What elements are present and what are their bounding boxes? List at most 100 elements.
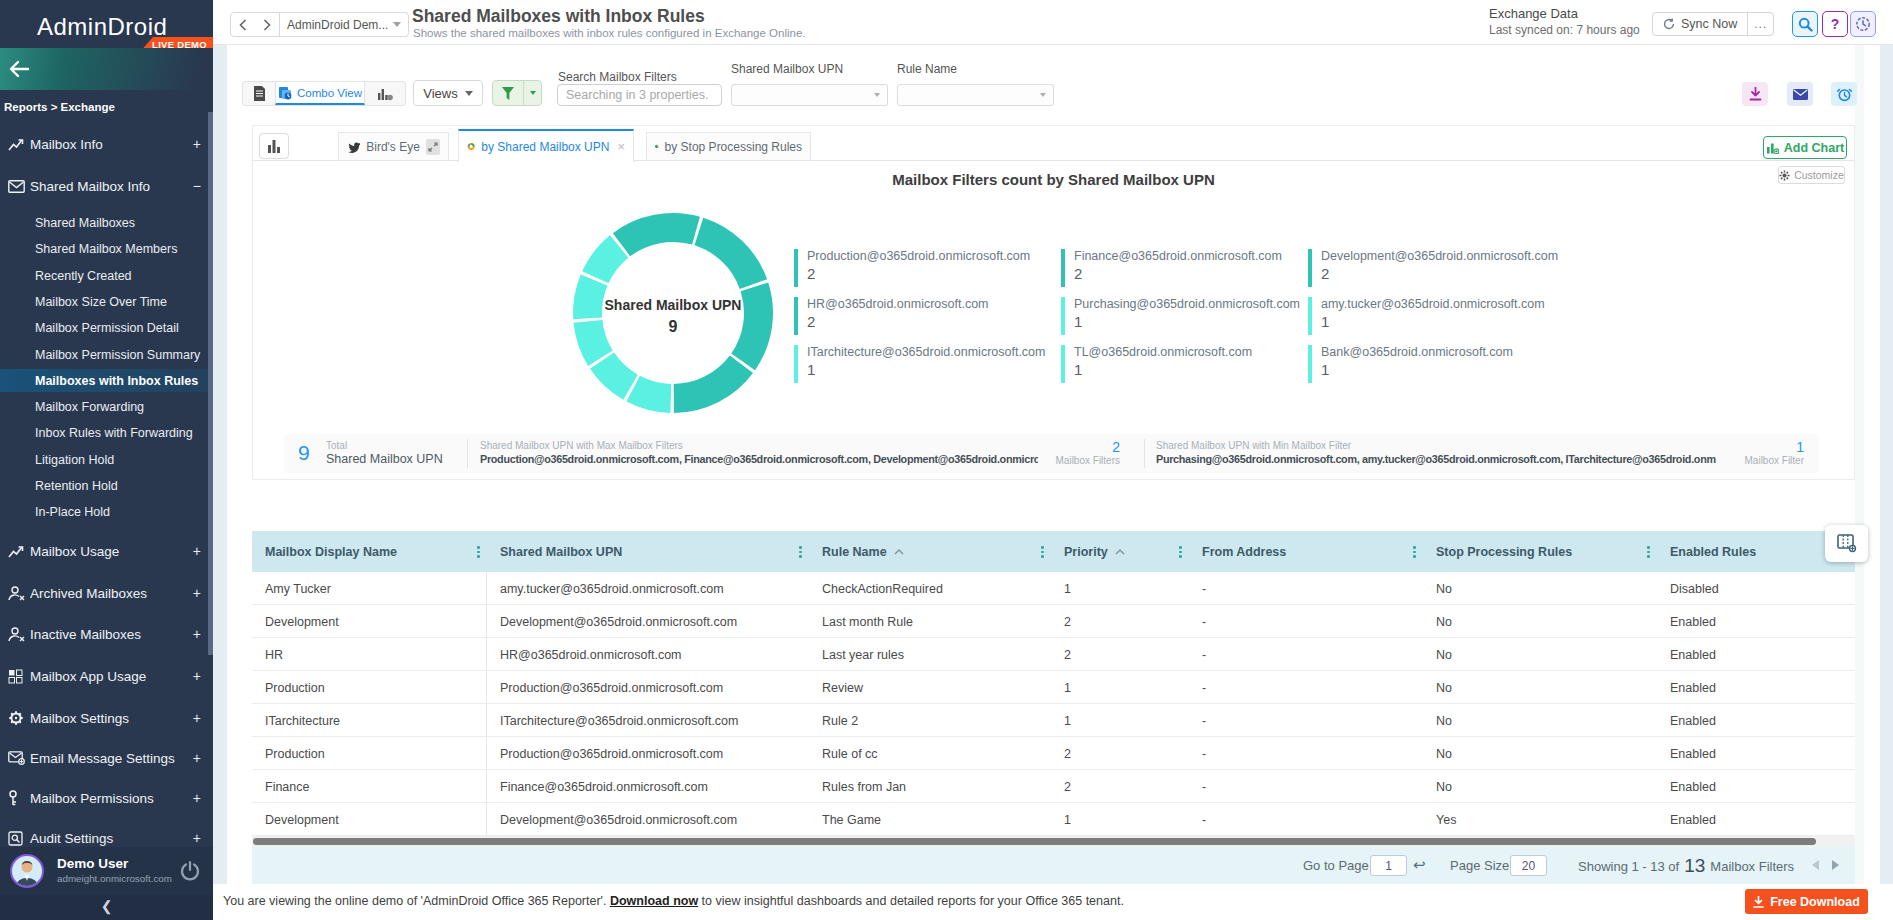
filter-options-button[interactable] — [523, 81, 541, 105]
schedule-button[interactable] — [1831, 82, 1857, 106]
download-now-link[interactable]: Download now — [610, 894, 698, 908]
enter-icon: ↩ — [1413, 856, 1426, 874]
sidebar-item-email-message-settings[interactable]: Email Message Settings+ — [0, 747, 213, 769]
sidebar-item-retention-hold[interactable]: Retention Hold — [0, 474, 213, 497]
power-icon[interactable] — [179, 860, 201, 882]
tab-by-stop-processing-rules[interactable]: by Stop Processing Rules — [646, 132, 811, 161]
legend-item[interactable]: HR@o365droid.onmicrosoft.com2 — [794, 297, 989, 335]
sync-more-button[interactable]: ... — [1747, 13, 1773, 35]
prev-page-button[interactable] — [1812, 860, 1819, 870]
table-row[interactable]: Amy Tuckeramy.tucker@o365droid.onmicroso… — [252, 572, 1855, 605]
table-row[interactable]: ITarchitectureITarchitecture@o365droid.o… — [252, 704, 1855, 737]
column-header-stop-processing-rules[interactable]: Stop Processing Rules — [1423, 531, 1657, 572]
column-header-mailbox-display-name[interactable]: Mailbox Display Name — [252, 531, 487, 572]
column-menu-icon[interactable] — [799, 546, 802, 558]
sidebar-item-inbox-rules-with-forwarding[interactable]: Inbox Rules with Forwarding — [0, 421, 213, 444]
column-settings-button[interactable] — [1825, 525, 1868, 562]
sidebar-item-mailbox-usage[interactable]: Mailbox Usage+ — [0, 540, 213, 562]
cell: Production — [252, 737, 487, 770]
column-menu-icon[interactable] — [1179, 546, 1182, 558]
next-page-button[interactable] — [1832, 860, 1839, 870]
sidebar-item-mailbox-size-over-time[interactable]: Mailbox Size Over Time — [0, 290, 213, 313]
table-row[interactable]: ProductionProduction@o365droid.onmicroso… — [252, 671, 1855, 704]
legend-item[interactable]: ITarchitecture@o365droid.onmicrosoft.com… — [794, 345, 1046, 383]
email-button[interactable] — [1787, 82, 1813, 106]
global-search-button[interactable] — [1792, 11, 1818, 37]
column-menu-icon[interactable] — [1041, 546, 1044, 558]
summary-min-value: Purchasing@o365droid.onmicrosoft.com, am… — [1156, 453, 1716, 465]
sidebar-item-inactive-mailboxes[interactable]: Inactive Mailboxes+ — [0, 623, 213, 645]
refresh-icon — [1663, 18, 1675, 30]
sidebar-item-mailbox-permissions[interactable]: Mailbox Permissions+ — [0, 787, 213, 809]
nav-forward-button[interactable] — [255, 13, 279, 36]
table-row[interactable]: DevelopmentDevelopment@o365droid.onmicro… — [252, 803, 1855, 836]
sidebar-item-mailbox-permission-detail[interactable]: Mailbox Permission Detail — [0, 316, 213, 339]
add-chart-button[interactable]: Add Chart — [1763, 136, 1847, 159]
sidebar-item-mailbox-info[interactable]: Mailbox Info+ — [0, 133, 213, 155]
page-scrollbar-track[interactable] — [1864, 45, 1880, 920]
filter-button[interactable] — [493, 81, 523, 105]
workspace-dropdown[interactable]: AdminDroid Dem... — [279, 13, 408, 36]
column-header-from-address[interactable]: From Address — [1189, 531, 1423, 572]
chart-view-tab[interactable] — [365, 82, 405, 105]
sidebar-item-mailbox-permission-summary[interactable]: Mailbox Permission Summary — [0, 343, 213, 366]
task-status-button[interactable] — [1850, 11, 1876, 37]
table-row[interactable]: FinanceFinance@o365droid.onmicrosoft.com… — [252, 770, 1855, 803]
legend-item[interactable]: Bank@o365droid.onmicrosoft.com1 — [1308, 345, 1513, 383]
sidebar-item-recently-created[interactable]: Recently Created — [0, 264, 213, 287]
search-input[interactable] — [557, 84, 722, 106]
cell: No — [1423, 704, 1657, 737]
legend-item[interactable]: Purchasing@o365droid.onmicrosoft.com1 — [1061, 297, 1300, 335]
collapse-icon: − — [193, 178, 201, 194]
sidebar-item-mailbox-settings[interactable]: Mailbox Settings+ — [0, 707, 213, 729]
rule-name-filter-dropdown[interactable] — [897, 84, 1054, 106]
sidebar-item-shared-mailboxes[interactable]: Shared Mailboxes — [0, 211, 213, 234]
expand-icon: + — [193, 668, 201, 684]
sidebar-item-in-place-hold[interactable]: In-Place Hold — [0, 500, 213, 523]
goto-page-input[interactable] — [1370, 855, 1407, 876]
tab-birds-eye[interactable]: Bird's Eye — [338, 132, 449, 161]
upn-filter-dropdown[interactable] — [731, 84, 888, 106]
table-row[interactable]: DevelopmentDevelopment@o365droid.onmicro… — [252, 605, 1855, 638]
combo-view-tab[interactable]: Combo View — [275, 82, 365, 105]
column-header-rule-name[interactable]: Rule Name — [809, 531, 1051, 572]
chart-list-button[interactable] — [259, 133, 289, 159]
horizontal-scrollbar-thumb[interactable] — [253, 838, 1816, 845]
grid-view-tab[interactable] — [243, 82, 275, 105]
sidebar-collapse-button[interactable]: ❮ — [0, 895, 213, 920]
sidebar-scrollbar[interactable] — [208, 112, 213, 655]
column-header-priority[interactable]: Priority — [1051, 531, 1189, 572]
sidebar-item-mailbox-app-usage[interactable]: Mailbox App Usage+ — [0, 665, 213, 687]
column-menu-icon[interactable] — [1647, 546, 1650, 558]
legend-item[interactable]: Production@o365droid.onmicrosoft.com2 — [794, 249, 1030, 287]
legend-item[interactable]: Finance@o365droid.onmicrosoft.com2 — [1061, 249, 1282, 287]
cell: 2 — [1051, 770, 1189, 803]
legend-item[interactable]: TL@o365droid.onmicrosoft.com1 — [1061, 345, 1252, 383]
tab-by-shared-mailbox-upn[interactable]: by Shared Mailbox UPN × — [458, 129, 634, 162]
sidebar-item-shared-mailbox-members[interactable]: Shared Mailbox Members — [0, 237, 213, 260]
expand-icon[interactable] — [426, 139, 440, 155]
sync-now-button[interactable]: Sync Now — [1653, 13, 1747, 35]
sidebar-item-archived-mailboxes[interactable]: Archived Mailboxes+ — [0, 582, 213, 604]
help-button[interactable]: ? — [1822, 11, 1848, 37]
legend-item[interactable]: Development@o365droid.onmicrosoft.com2 — [1308, 249, 1558, 287]
table-row[interactable]: ProductionProduction@o365droid.onmicroso… — [252, 737, 1855, 770]
legend-item[interactable]: amy.tucker@o365droid.onmicrosoft.com1 — [1308, 297, 1545, 335]
column-header-shared-mailbox-upn[interactable]: Shared Mailbox UPN — [487, 531, 809, 572]
sidebar-item-mailbox-forwarding[interactable]: Mailbox Forwarding — [0, 395, 213, 418]
column-menu-icon[interactable] — [477, 546, 480, 558]
close-icon[interactable]: × — [617, 139, 625, 154]
column-menu-icon[interactable] — [1413, 546, 1416, 558]
table-row[interactable]: HRHR@o365droid.onmicrosoft.comLast year … — [252, 638, 1855, 671]
nav-back-button[interactable] — [231, 13, 255, 36]
sidebar-item-mailboxes-with-inbox-rules[interactable]: Mailboxes with Inbox Rules — [0, 369, 213, 392]
sidebar-item-litigation-hold[interactable]: Litigation Hold — [0, 448, 213, 471]
avatar[interactable] — [10, 854, 44, 888]
page-size-input[interactable] — [1510, 855, 1547, 876]
export-button[interactable] — [1742, 82, 1768, 106]
sidebar-item-shared-mailbox-info[interactable]: Shared Mailbox Info− — [0, 175, 213, 197]
free-download-button[interactable]: Free Download — [1745, 889, 1868, 914]
views-dropdown[interactable]: Views — [413, 80, 483, 106]
sidebar-item-audit-settings[interactable]: Audit Settings+ — [0, 827, 213, 849]
back-arrow-icon[interactable] — [8, 58, 30, 80]
